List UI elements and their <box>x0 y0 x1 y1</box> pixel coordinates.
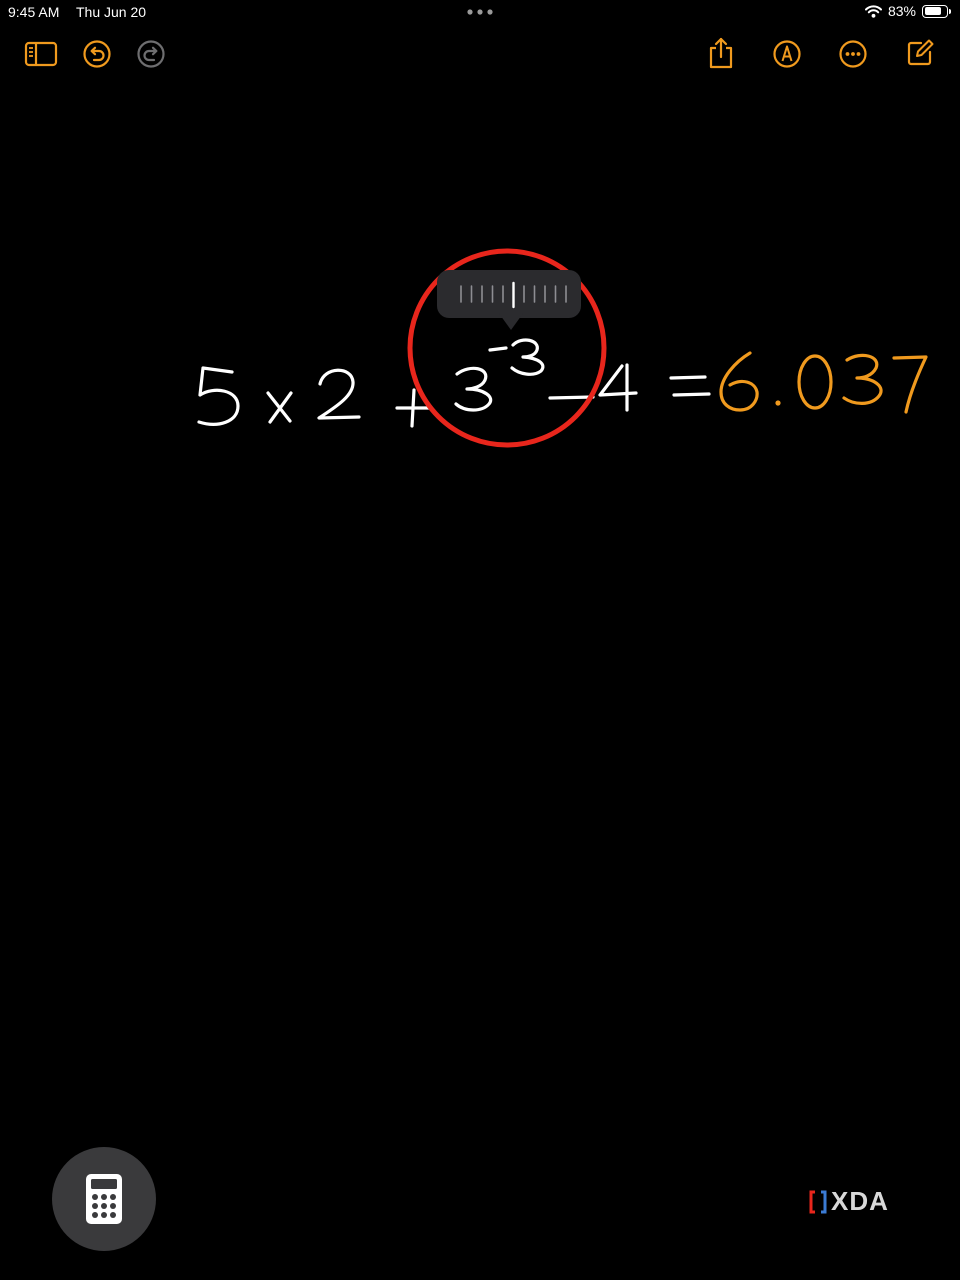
xda-logo-icon <box>809 1190 827 1213</box>
calculator-button[interactable] <box>52 1147 156 1251</box>
slider-ticks[interactable] <box>437 270 581 318</box>
slider-pointer <box>498 312 524 330</box>
xda-watermark: XDA <box>808 1186 889 1217</box>
computed-result <box>719 351 928 414</box>
exponent-slider-popup[interactable] <box>437 270 581 318</box>
handwritten-expression <box>197 338 711 428</box>
calculator-icon <box>86 1174 122 1224</box>
math-note-canvas[interactable] <box>0 0 960 1280</box>
watermark-text: XDA <box>831 1186 889 1216</box>
